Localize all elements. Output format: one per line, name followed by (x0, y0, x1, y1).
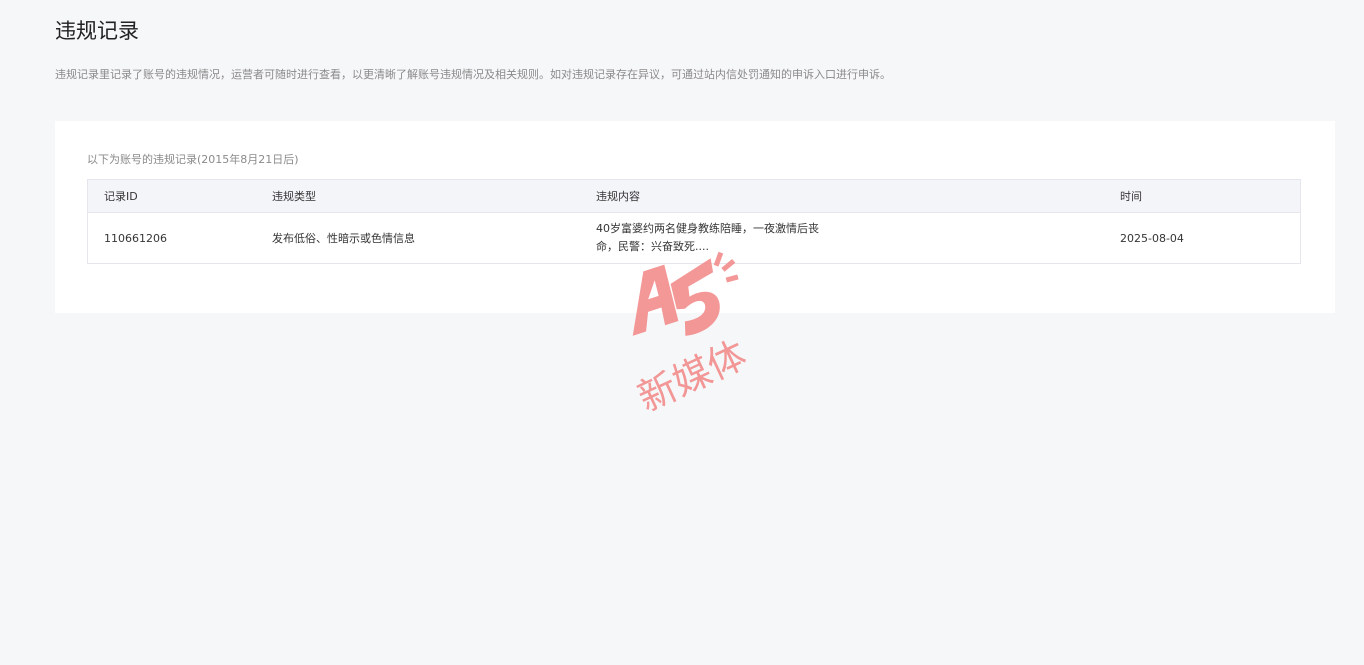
records-table: 记录ID 违规类型 违规内容 时间 110661206 发布低俗、性暗示或色情信… (87, 179, 1301, 264)
column-header-id: 记录ID (87, 179, 256, 213)
page-description: 违规记录里记录了账号的违规情况，运营者可随时进行查看，以更清晰了解账号违规情况及… (55, 68, 891, 81)
records-caption: 以下为账号的违规记录(2015年8月21日后) (87, 153, 299, 166)
record-time-cell: 2025-08-04 (1120, 231, 1184, 245)
record-id-cell: 110661206 (104, 231, 167, 245)
record-type-cell: 发布低俗、性暗示或色情信息 (272, 232, 415, 245)
column-header-content: 违规内容 (584, 179, 1108, 213)
page-title: 违规记录 (55, 19, 139, 43)
column-header-time: 时间 (1108, 179, 1301, 213)
record-content-cell: 40岁富婆约两名健身教练陪睡，一夜激情后丧命，民警：兴奋致死.... (596, 222, 819, 253)
watermark-label: 新媒体 (631, 332, 753, 418)
column-header-type: 违规类型 (256, 179, 584, 213)
records-card: 以下为账号的违规记录(2015年8月21日后) 记录ID 违规类型 违规内容 时… (55, 121, 1335, 313)
table-row: 110661206 发布低俗、性暗示或色情信息 40岁富婆约两名健身教练陪睡，一… (88, 213, 1301, 264)
table-header-row: 记录ID 违规类型 违规内容 时间 (87, 179, 1301, 213)
